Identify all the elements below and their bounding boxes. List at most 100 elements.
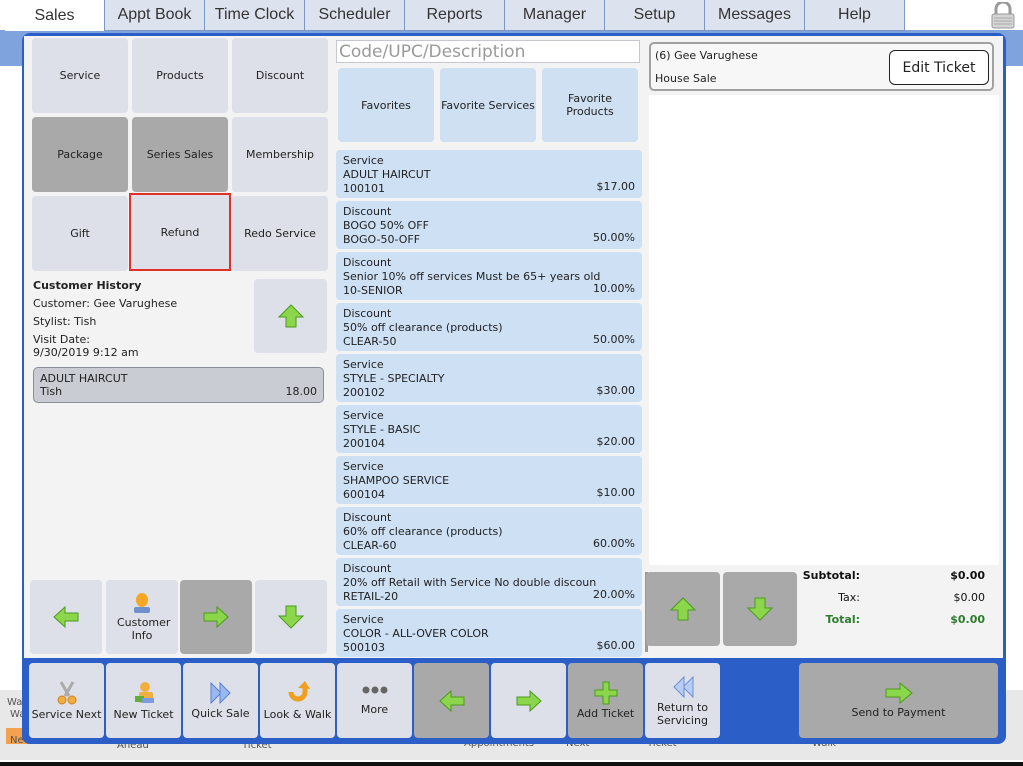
button-label: Service Next <box>31 708 102 721</box>
item-price: 20.00% <box>593 588 635 601</box>
left-forward-button[interactable] <box>180 580 252 654</box>
history-visit-date: 9/30/2019 9:12 am <box>33 346 139 359</box>
tab-messages[interactable]: Messages <box>705 0 805 31</box>
item-list-row[interactable]: Discount 60% off clearance (products) CLEA… <box>336 507 642 555</box>
tax-label: Tax: <box>838 591 860 604</box>
item-type: Service <box>343 460 384 473</box>
category-package-button[interactable]: Package <box>32 117 128 192</box>
button-label: Gift <box>70 227 90 240</box>
item-code: RETAIL-20 <box>343 590 399 603</box>
item-list-row[interactable]: Service SHAMPOO SERVICE 600104 $10.00 <box>336 456 642 504</box>
item-name: SHAMPOO SERVICE <box>343 474 450 487</box>
item-list-row[interactable]: Discount 50% off clearance (products) CLEA… <box>336 303 642 351</box>
arrow-right-icon <box>885 682 913 704</box>
history-item-amount: 18.00 <box>285 385 318 398</box>
look-and-walk-button[interactable]: Look & Walk <box>260 663 335 738</box>
category-series-sales-button[interactable]: Series Sales <box>132 117 228 192</box>
add-ticket-button[interactable]: Add Ticket <box>568 663 643 738</box>
item-list-row[interactable]: Discount BOGO 50% OFF BOGO-50-OFF 50.00% <box>336 201 642 249</box>
ticket-scroll-up-button[interactable] <box>646 572 720 646</box>
history-scroll-up-button[interactable] <box>254 279 327 353</box>
bottom-forward-button[interactable] <box>491 663 566 738</box>
item-name: STYLE - SPECIALTY <box>343 372 445 385</box>
button-label: Series Sales <box>146 148 214 161</box>
item-code: 200102 <box>343 386 385 399</box>
favorite-products-button[interactable]: Favorite Products <box>542 68 638 142</box>
item-type: Discount <box>343 256 392 269</box>
history-item[interactable]: ADULT HAIRCUT Tish 18.00 <box>33 367 324 403</box>
search-input[interactable] <box>336 40 640 63</box>
item-price: 50.00% <box>593 231 635 244</box>
bottom-back-button[interactable] <box>414 663 489 738</box>
category-refund-button[interactable]: Refund <box>129 193 231 271</box>
service-next-button[interactable]: Service Next <box>29 663 104 738</box>
send-to-payment-button[interactable]: Send to Payment <box>799 663 998 738</box>
ticket-scroll-down-button[interactable] <box>723 572 797 646</box>
item-name: STYLE - BASIC <box>343 423 421 436</box>
new-ticket-button[interactable]: New Ticket <box>106 663 181 738</box>
item-name: 50% off clearance (products) <box>343 321 503 334</box>
item-list-row[interactable]: Service STYLE - SPECIALTY 200102 $30.00 <box>336 354 642 402</box>
favorites-button[interactable]: Favorites <box>338 68 434 142</box>
button-label: New Ticket <box>113 708 174 721</box>
category-products-button[interactable]: Products <box>132 38 228 113</box>
history-scroll-down-button[interactable] <box>255 580 327 654</box>
category-service-button[interactable]: Service <box>32 38 128 113</box>
tab-appt-book[interactable]: Appt Book <box>105 0 205 31</box>
button-label: Customer Info <box>117 616 171 642</box>
plus-icon <box>594 681 617 705</box>
arrow-down-icon <box>278 605 304 629</box>
arrow-down-icon <box>747 597 773 621</box>
item-price: 60.00% <box>593 537 635 550</box>
edit-ticket-button[interactable]: Edit Ticket <box>889 50 989 85</box>
item-price: 50.00% <box>593 333 635 346</box>
item-list-row[interactable]: Service ADULT HAIRCUT 100101 $17.00 <box>336 150 642 198</box>
tab-scheduler[interactable]: Scheduler <box>305 0 405 31</box>
item-type: Discount <box>343 205 392 218</box>
history-visit-label: Visit Date: <box>33 333 90 346</box>
favorite-services-button[interactable]: Favorite Services <box>440 68 536 142</box>
item-code: 600104 <box>343 488 385 501</box>
item-list-row[interactable]: Service COLOR - ALL-OVER COLOR 500103 $60.0… <box>336 609 642 657</box>
history-item-stylist: Tish <box>40 385 63 398</box>
ticket-lines-area <box>649 95 999 565</box>
customer-info-button[interactable]: Customer Info <box>106 580 178 654</box>
scissors-icon <box>57 681 76 705</box>
item-code: 10-SENIOR <box>343 284 403 297</box>
fast-forward-icon <box>210 681 231 705</box>
tab-setup[interactable]: Setup <box>605 0 705 31</box>
history-stylist: Stylist: Tish <box>33 315 97 328</box>
lock-icon[interactable] <box>990 2 1016 29</box>
return-to-servicing-button[interactable]: Return to Servicing <box>645 663 720 738</box>
arrow-right-icon <box>516 689 542 712</box>
item-code: 200104 <box>343 437 385 450</box>
category-discount-button[interactable]: Discount <box>232 38 328 113</box>
ticket-type: House Sale <box>655 72 717 85</box>
category-gift-button[interactable]: Gift <box>32 196 128 271</box>
category-membership-button[interactable]: Membership <box>232 117 328 192</box>
item-list-row[interactable]: Discount Senior 10% off services Must be … <box>336 252 642 300</box>
item-list-row[interactable]: Discount 20% off Retail with Service No d… <box>336 558 642 606</box>
item-price: $20.00 <box>596 435 636 448</box>
item-name: 20% off Retail with Service No double di… <box>343 576 597 589</box>
arrow-left-icon <box>438 689 464 712</box>
more-button[interactable]: More <box>337 663 412 738</box>
item-list-row[interactable]: Service STYLE - BASIC 200104 $20.00 <box>336 405 642 453</box>
tab-sales[interactable]: Sales <box>5 0 105 31</box>
button-label: Products <box>156 69 204 82</box>
item-code: 500103 <box>343 641 385 654</box>
tab-time-clock[interactable]: Time Clock <box>205 0 305 31</box>
tab-manager[interactable]: Manager <box>505 0 605 31</box>
item-code: CLEAR-60 <box>343 539 397 552</box>
category-redo-service-button[interactable]: Redo Service <box>232 196 328 271</box>
item-type: Service <box>343 613 384 626</box>
item-type: Discount <box>343 307 392 320</box>
item-type: Discount <box>343 562 392 575</box>
item-code: 100101 <box>343 182 385 195</box>
button-label: Send to Payment <box>851 706 946 719</box>
tab-help[interactable]: Help <box>805 0 905 31</box>
tab-reports[interactable]: Reports <box>405 0 505 31</box>
quick-sale-button[interactable]: Quick Sale <box>183 663 258 738</box>
left-back-button[interactable] <box>30 580 102 654</box>
item-name: Senior 10% off services Must be 65+ year… <box>343 270 601 283</box>
